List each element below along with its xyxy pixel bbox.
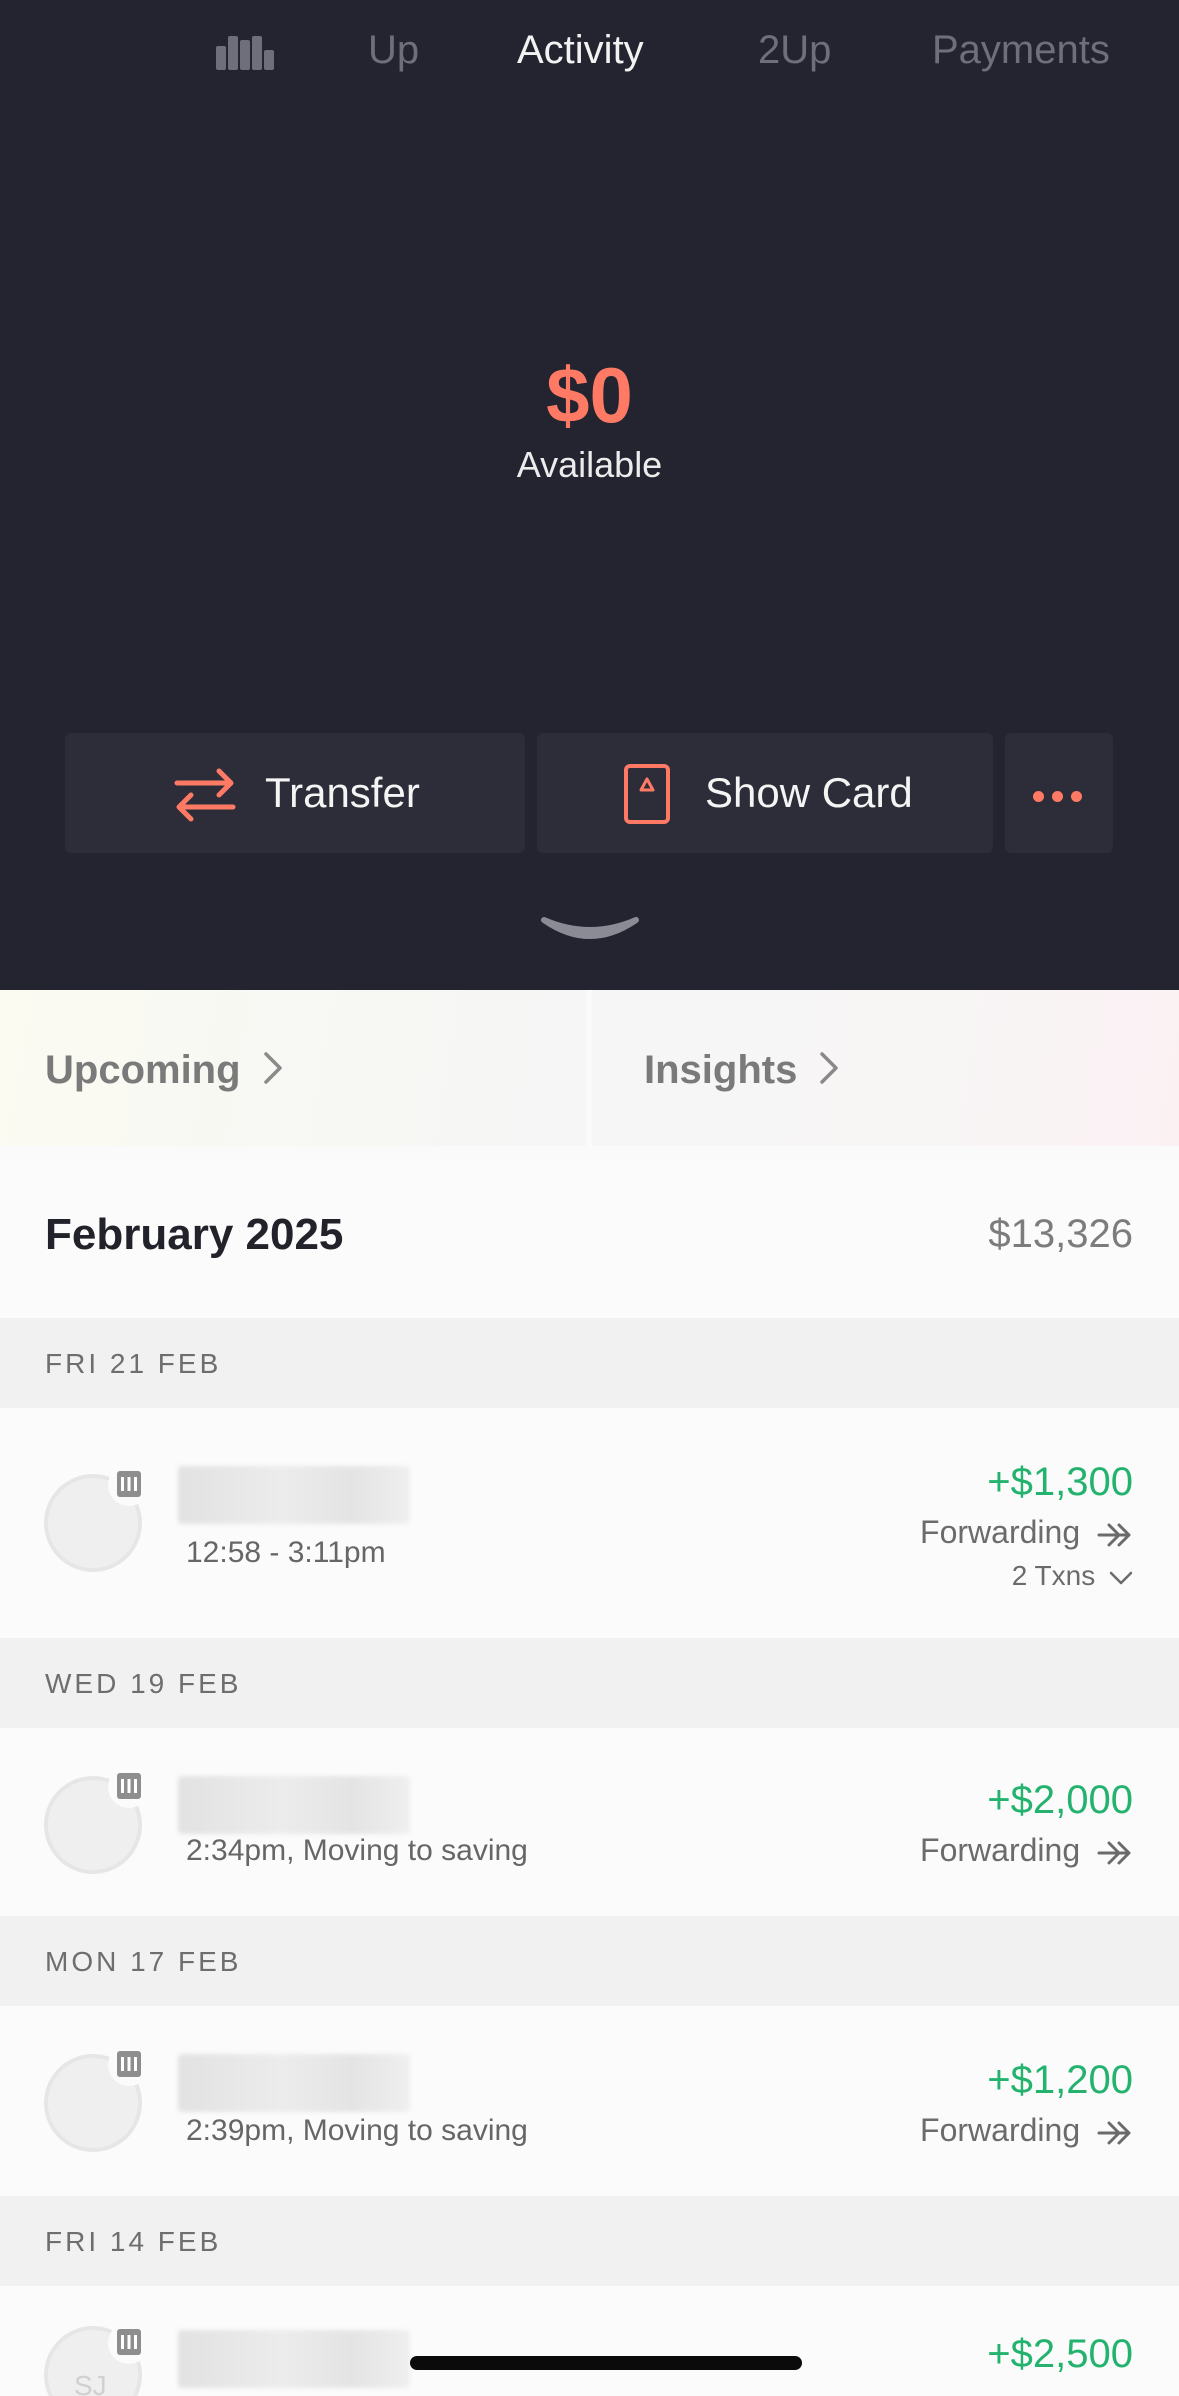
- top-nav: Up Activity 2Up Payments: [0, 0, 1179, 110]
- balance-display: $0 Available: [0, 350, 1179, 486]
- badge: [108, 2044, 150, 2086]
- card-icon: [624, 764, 670, 824]
- balance-amount: $0: [546, 351, 633, 439]
- transfer-button[interactable]: Transfer: [65, 733, 525, 853]
- bank-icon: [117, 2051, 141, 2077]
- merchant-name-redacted: [178, 1466, 410, 1524]
- transaction-type: Forwarding: [920, 1514, 1133, 1551]
- upcoming-label: Upcoming: [45, 1048, 241, 1092]
- transaction-subtitle: 2:39pm, Moving to saving: [186, 2114, 528, 2147]
- day-header: FRI 21 FEB: [0, 1318, 1179, 1408]
- badge: [108, 1766, 150, 1808]
- balance-label: Available: [516, 444, 663, 485]
- tab-payments[interactable]: Payments: [932, 28, 1110, 73]
- home-indicator[interactable]: [410, 2356, 802, 2370]
- tab-up[interactable]: Up: [368, 28, 419, 73]
- transaction-row[interactable]: 12:58 - 3:11pm +$1,300 Forwarding 2 Txns: [0, 1408, 1179, 1638]
- transfer-arrows-icon: [174, 768, 236, 822]
- transaction-subtitle: 12:58 - 3:11pm: [186, 1536, 386, 1569]
- summary-cards: Upcoming Insights: [0, 990, 1179, 1146]
- transaction-type: Forwarding: [920, 1832, 1133, 1869]
- transaction-type: Forwarding: [920, 2112, 1133, 2149]
- transaction-amount: +$1,300: [987, 1460, 1133, 1504]
- month-total: $13,326: [988, 1212, 1133, 1256]
- transaction-count-toggle[interactable]: 2 Txns: [1012, 1560, 1133, 1592]
- chevron-right-icon: [820, 1052, 838, 1084]
- show-card-button[interactable]: Show Card: [537, 733, 993, 853]
- transaction-row[interactable]: 2:39pm, Moving to saving +$1,200 Forward…: [0, 2006, 1179, 2196]
- day-header: FRI 14 FEB: [0, 2196, 1179, 2286]
- day-header-label: FRI 14 FEB: [45, 2226, 222, 2257]
- day-header: WED 19 FEB: [0, 1638, 1179, 1728]
- transaction-row[interactable]: 2:34pm, Moving to saving +$2,000 Forward…: [0, 1728, 1179, 1916]
- insights-card[interactable]: Insights: [592, 990, 1179, 1146]
- month-title: February 2025: [45, 1210, 344, 1259]
- action-bar: Transfer Show Card: [0, 733, 1179, 853]
- bank-icon: [117, 1773, 141, 1799]
- month-summary: February 2025 $13,326: [0, 1158, 1179, 1318]
- day-header-label: MON 17 FEB: [45, 1946, 242, 1977]
- forward-arrow-icon: [1097, 2121, 1131, 2145]
- more-options-button[interactable]: [1005, 733, 1113, 853]
- show-card-label: Show Card: [705, 769, 913, 816]
- transaction-subtitle: 2:34pm, Moving to saving: [186, 1834, 528, 1867]
- badge: [108, 2322, 150, 2364]
- day-header-label: WED 19 FEB: [45, 1668, 242, 1699]
- account-header: Up Activity 2Up Payments $0 Available Tr…: [0, 0, 1179, 990]
- badge: [108, 1464, 150, 1506]
- transaction-amount: +$2,500: [987, 2332, 1133, 2376]
- bar-chart-icon[interactable]: [216, 36, 274, 70]
- transaction-amount: +$2,000: [987, 1778, 1133, 1822]
- day-header: MON 17 FEB: [0, 1916, 1179, 2006]
- day-header-label: FRI 21 FEB: [45, 1348, 222, 1379]
- forward-arrow-icon: [1097, 1523, 1131, 1547]
- chevron-down-icon[interactable]: [538, 912, 642, 946]
- bank-icon: [117, 2329, 141, 2355]
- tab-2up[interactable]: 2Up: [758, 28, 831, 73]
- merchant-name-redacted: [178, 2330, 410, 2388]
- forward-arrow-icon: [1097, 1841, 1131, 1865]
- merchant-name-redacted: [178, 1776, 410, 1834]
- insights-label: Insights: [644, 1048, 798, 1092]
- chevron-right-icon: [264, 1052, 282, 1084]
- tab-activity[interactable]: Activity: [517, 28, 644, 73]
- merchant-name-redacted: [178, 2054, 410, 2112]
- avatar-initials: SJ: [74, 2370, 107, 2396]
- chevron-down-icon: [1109, 1571, 1133, 1584]
- more-dots-icon: [1033, 789, 1090, 807]
- upcoming-card[interactable]: Upcoming: [0, 990, 586, 1146]
- bank-icon: [117, 1471, 141, 1497]
- transfer-label: Transfer: [265, 769, 420, 816]
- transaction-amount: +$1,200: [987, 2058, 1133, 2102]
- transaction-row[interactable]: SJ +$2,500: [0, 2286, 1179, 2396]
